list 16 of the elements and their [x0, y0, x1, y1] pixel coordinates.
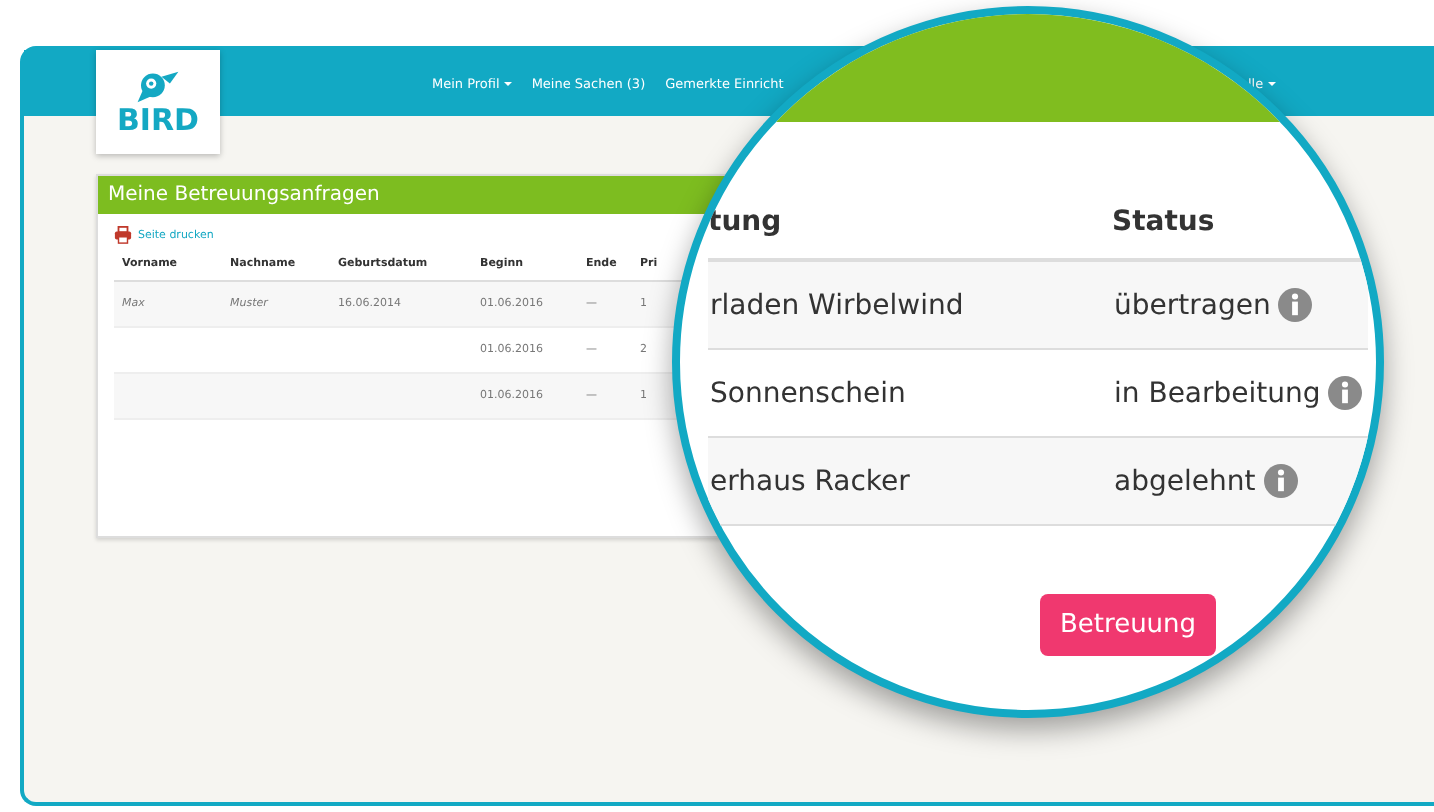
logo-text: BIRD — [116, 105, 199, 135]
caret-icon — [503, 81, 512, 85]
status-text: in Bearbeitung — [1114, 377, 1321, 409]
table-cell: rladen Wirbelwind — [710, 289, 964, 321]
status-text: abgelehnt — [1114, 465, 1256, 497]
request-button[interactable]: Betreuung — [1040, 594, 1217, 656]
bird-icon — [132, 69, 184, 103]
printer-icon — [114, 226, 132, 244]
info-icon[interactable] — [1263, 464, 1298, 498]
table-cell: Sonnenschein — [710, 377, 906, 409]
table-cell: erhaus Racker — [710, 465, 910, 497]
caret-icon — [1267, 81, 1276, 85]
status-text: übertragen — [1114, 289, 1271, 321]
column-header: Status — [1112, 206, 1215, 238]
info-icon[interactable] — [1278, 288, 1313, 322]
info-icon[interactable] — [1328, 376, 1363, 410]
